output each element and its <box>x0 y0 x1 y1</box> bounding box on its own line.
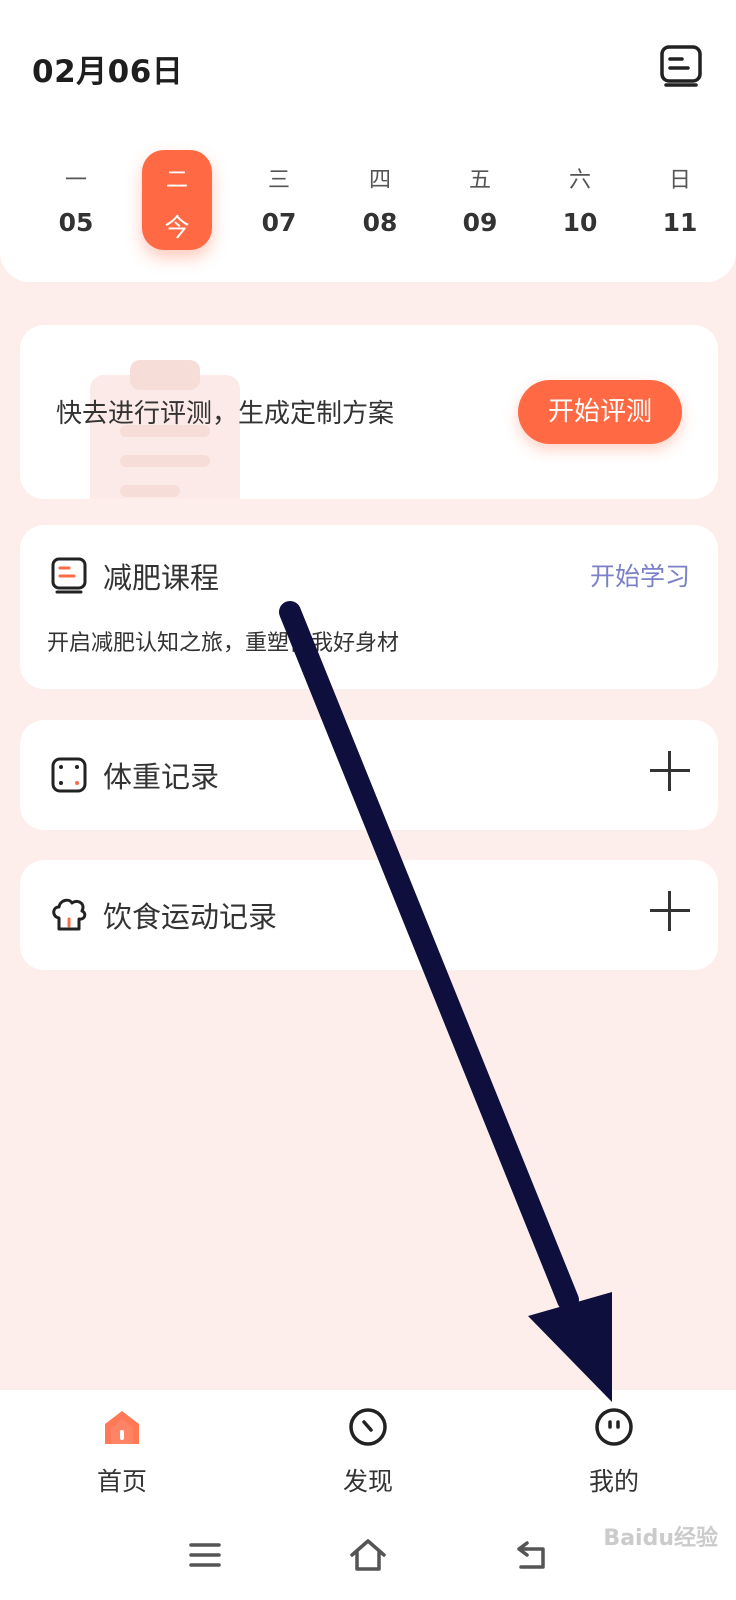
watermark: Baidu经验 <box>603 1526 718 1551</box>
add-weight-button[interactable] <box>650 751 690 791</box>
compass-icon <box>349 1408 387 1446</box>
food-record-card[interactable]: 饮食运动记录 <box>20 860 718 970</box>
day-number: 08 <box>362 208 398 237</box>
tab-discover[interactable]: 发现 <box>308 1406 428 1516</box>
chef-hat-icon <box>52 898 87 931</box>
add-food-button[interactable] <box>650 891 690 931</box>
scale-icon <box>51 757 87 793</box>
day-4[interactable]: 四 08 <box>345 150 415 250</box>
menu-icon[interactable] <box>185 1535 225 1575</box>
day-number: 07 <box>261 208 297 237</box>
face-icon <box>595 1408 633 1446</box>
tab-home-label: 首页 <box>96 1467 147 1496</box>
tab-mine[interactable]: 我的 <box>554 1406 674 1516</box>
evaluation-prompt: 快去进行评测，生成定制方案 <box>56 399 395 429</box>
course-title: 减肥课程 <box>103 561 220 595</box>
day-number: 11 <box>662 208 698 237</box>
home-nav-icon[interactable] <box>348 1535 388 1575</box>
week-strip: 一 05 二 今 三 07 四 08 五 09 六 10 日 11 <box>0 150 736 250</box>
day-2-selected[interactable]: 二 今 <box>142 150 212 250</box>
start-learning-link[interactable]: 开始学习 <box>590 557 690 593</box>
course-description: 开启减肥认知之旅，重塑自我好身材 <box>47 631 400 656</box>
day-5[interactable]: 五 09 <box>445 150 515 250</box>
day-1[interactable]: 一 05 <box>41 150 111 250</box>
food-record-title: 饮食运动记录 <box>103 900 278 934</box>
tab-home[interactable]: 首页 <box>62 1406 182 1516</box>
day-number: 今 <box>164 213 190 242</box>
day-3[interactable]: 三 07 <box>244 150 314 250</box>
day-7[interactable]: 日 11 <box>645 150 715 250</box>
house-icon <box>105 1411 139 1444</box>
course-card[interactable]: 减肥课程 开始学习 开启减肥认知之旅，重塑自我好身材 <box>20 525 718 689</box>
day-number: 05 <box>58 208 94 237</box>
tab-bar: 首页 发现 我的 <box>0 1390 736 1600</box>
weekday-label: 日 <box>668 168 691 193</box>
notebook-icon[interactable] <box>658 44 704 88</box>
weekday-label: 四 <box>368 168 391 193</box>
weekday-label: 五 <box>468 168 491 193</box>
weekday-label: 六 <box>568 168 591 193</box>
header: 02月06日 一 05 二 今 三 07 四 08 五 09 六 10 日 11 <box>0 0 736 282</box>
evaluation-card: 快去进行评测，生成定制方案 开始评测 <box>20 325 718 499</box>
tab-mine-label: 我的 <box>588 1467 639 1496</box>
book-icon <box>51 557 87 594</box>
weight-record-title: 体重记录 <box>103 760 220 794</box>
weekday-label: 二 <box>165 168 188 193</box>
day-number: 09 <box>462 208 498 237</box>
weight-record-card[interactable]: 体重记录 <box>20 720 718 830</box>
tab-discover-label: 发现 <box>342 1467 393 1496</box>
day-number: 10 <box>562 208 598 237</box>
day-6[interactable]: 六 10 <box>545 150 615 250</box>
weekday-label: 三 <box>267 168 290 193</box>
start-evaluation-button[interactable]: 开始评测 <box>518 380 682 444</box>
weekday-label: 一 <box>64 168 87 193</box>
back-nav-icon[interactable] <box>513 1535 553 1575</box>
date-title[interactable]: 02月06日 <box>32 46 183 91</box>
